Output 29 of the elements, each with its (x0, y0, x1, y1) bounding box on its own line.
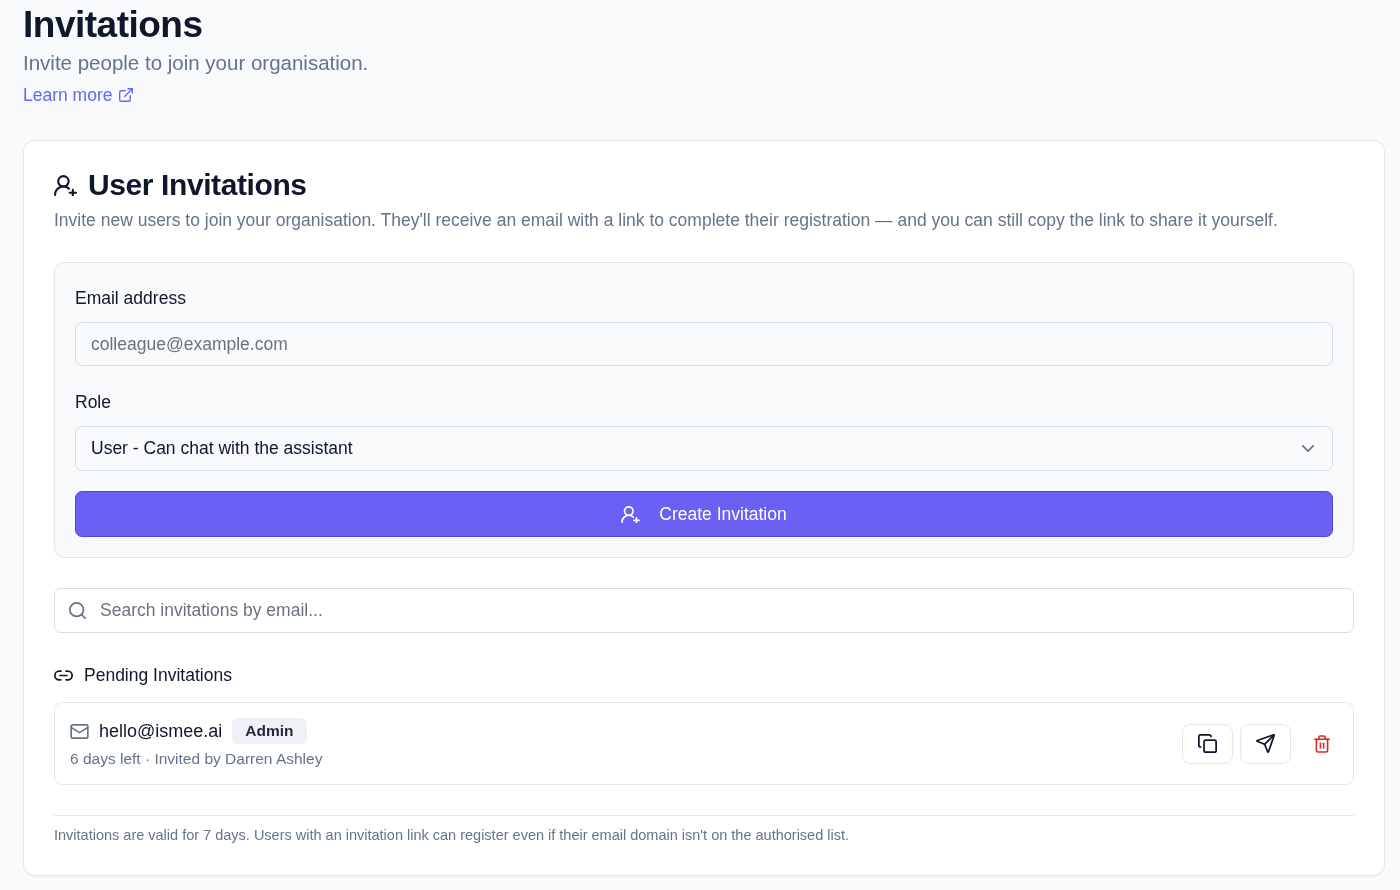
page-subtitle: Invite people to join your organisation. (23, 50, 369, 76)
invitation-email: hello@ismee.ai (99, 720, 223, 743)
create-invitation-button[interactable]: Create Invitation (75, 491, 1333, 537)
role-select[interactable]: User - Can chat with the assistant (75, 426, 1333, 471)
link-icon (54, 669, 73, 681)
user-plus-icon (54, 174, 77, 196)
email-input-field[interactable]: colleague@example.com (75, 322, 1333, 366)
trash-icon (1314, 734, 1330, 753)
mail-icon (70, 723, 89, 739)
paper-plane-icon (1256, 734, 1275, 753)
search-icon (69, 602, 86, 619)
copy-link-button[interactable] (1182, 723, 1233, 764)
chevron-down-icon (1302, 445, 1314, 452)
resend-button[interactable] (1240, 723, 1291, 764)
card-description: Invite new users to join your organisation. They'll receive an email with a link to complete their registration — and you can still copy the link to share it yourself. (54, 209, 1278, 232)
learn-more-link[interactable]: Learn more (23, 83, 133, 107)
card-title: User Invitations (88, 167, 307, 203)
field-label: Role (75, 391, 111, 414)
field-label: Email address (75, 287, 186, 310)
external-link-icon (118, 88, 133, 102)
footer-note: Invitations are valid for 7 days. Users with an invitation link can register even if their email domain isn't on the authorised list. (54, 826, 849, 845)
section-title: Pending Invitations (84, 664, 232, 687)
copy-icon (1198, 734, 1217, 753)
invitation-meta: 6 days left · Invited by Darren Ashley (70, 749, 323, 769)
search-field[interactable]: Search invitations by email... (54, 588, 1354, 633)
page-title: Invitations (23, 5, 203, 45)
role-badge: Admin (232, 718, 307, 744)
user-plus-icon (621, 505, 641, 523)
delete-button[interactable] (1314, 734, 1330, 753)
